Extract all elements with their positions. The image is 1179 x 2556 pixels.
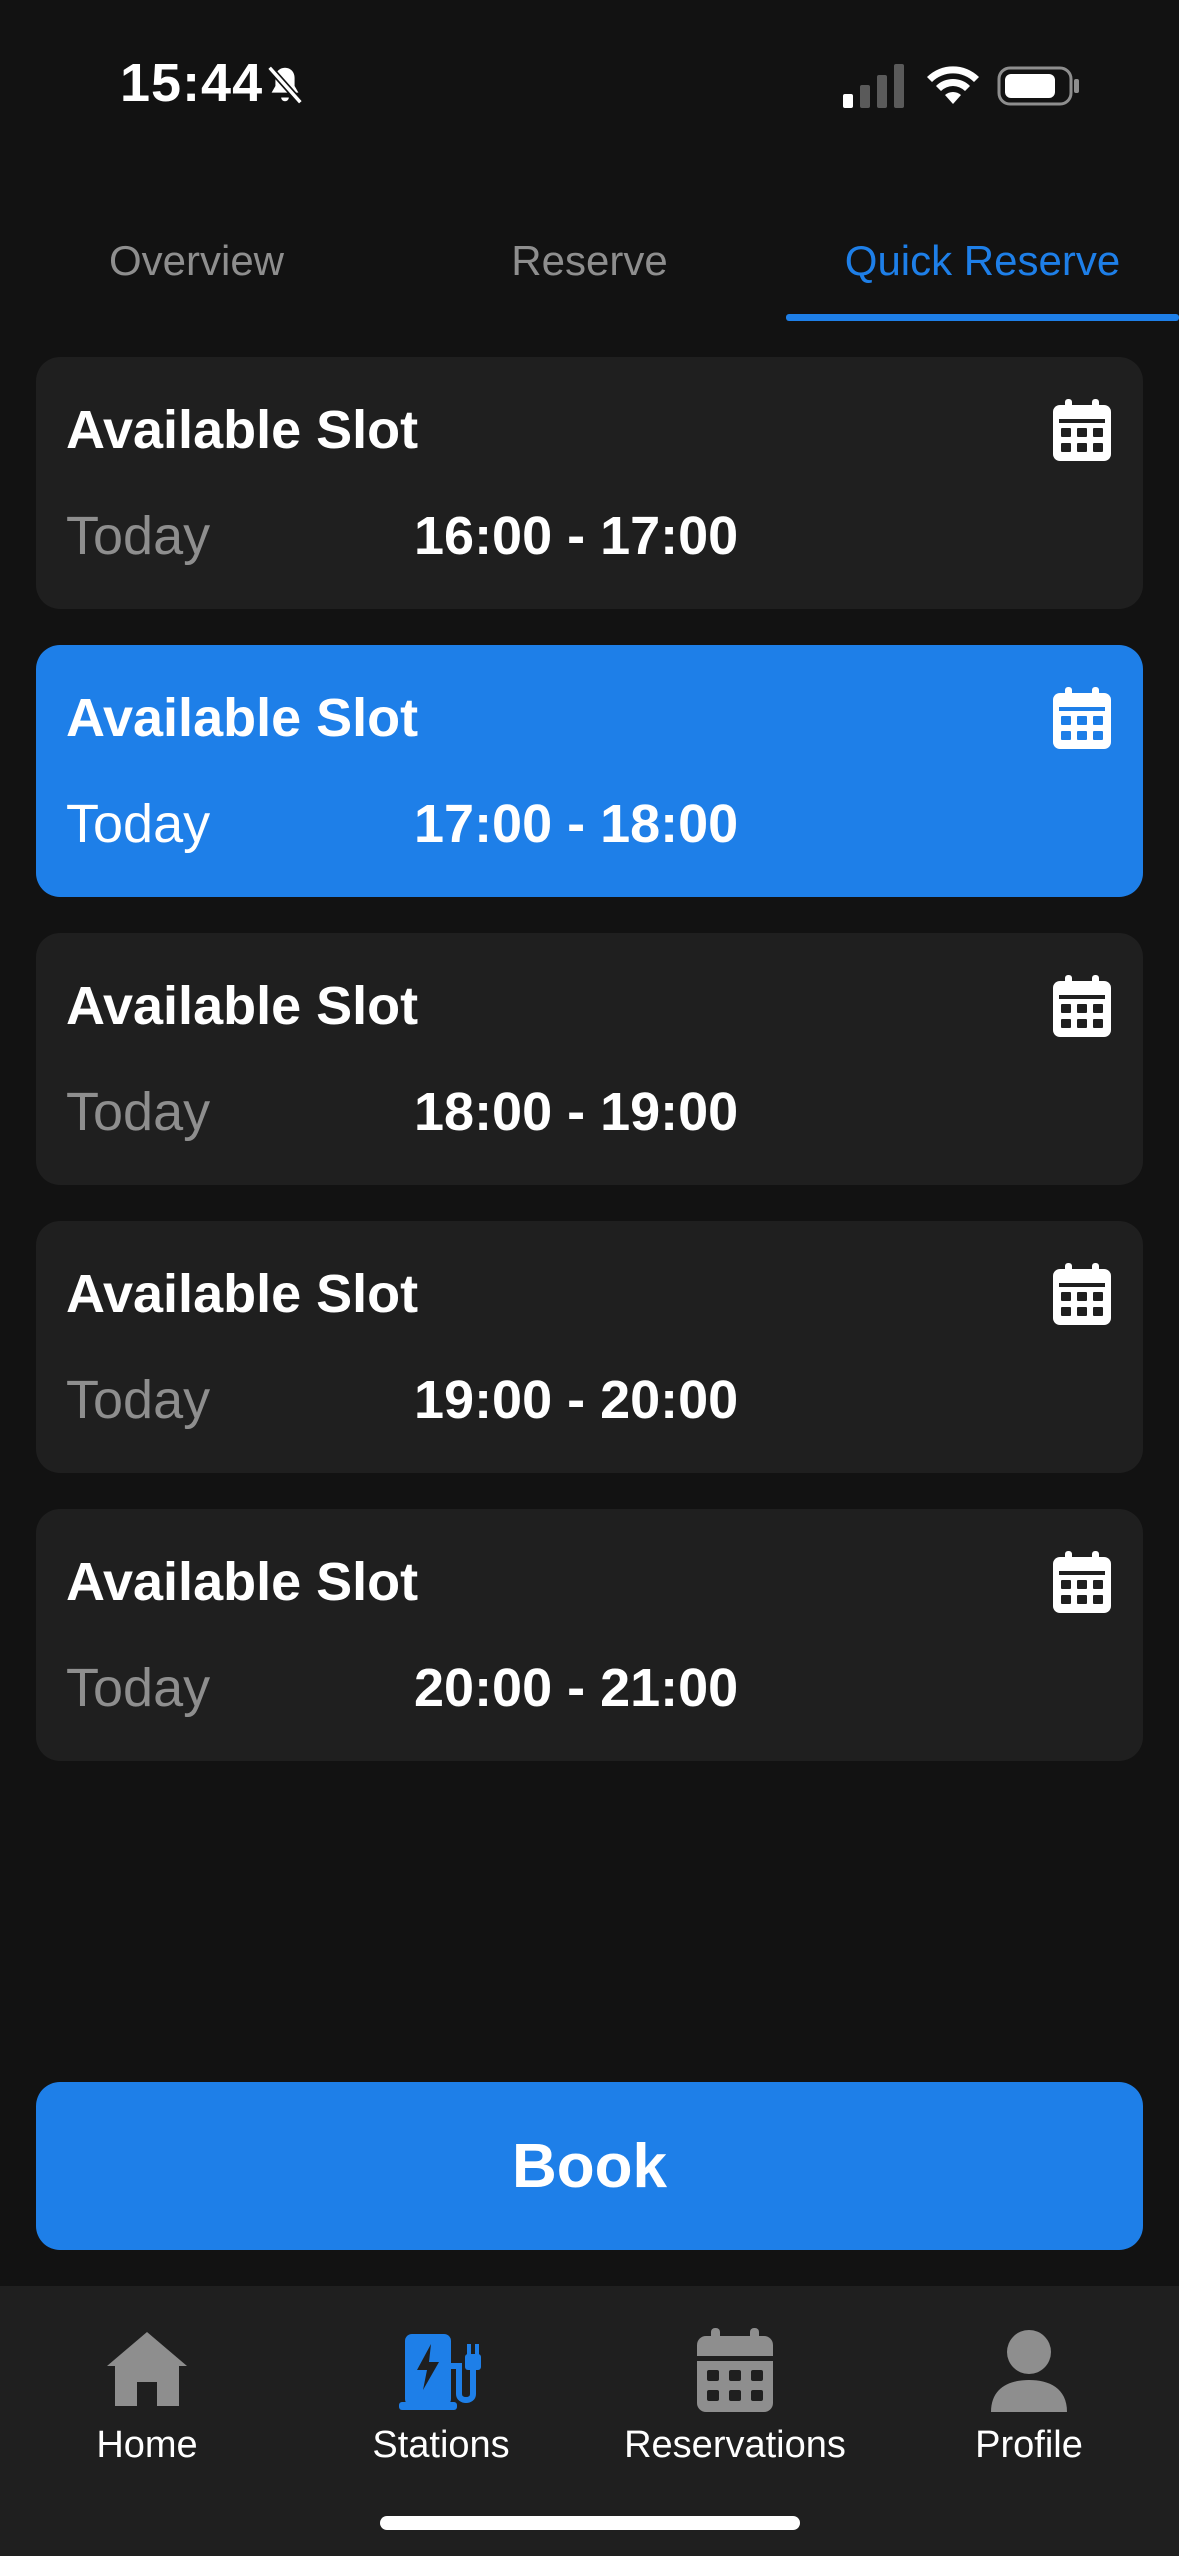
app-screen: 15:44 Overview Reserve Quick Reserve Ava… — [0, 0, 1179, 2556]
calendar-icon — [1053, 1263, 1111, 1325]
slot-card[interactable]: Available Slot Today 18:00 - 19:00 — [36, 933, 1143, 1185]
calendar-icon — [697, 2328, 773, 2412]
slot-title: Available Slot — [66, 400, 419, 460]
user-icon — [991, 2330, 1067, 2412]
ev-charger-icon — [399, 2334, 481, 2410]
calendar-icon — [1053, 399, 1111, 461]
nav-item-home[interactable]: Home — [0, 2326, 294, 2476]
slot-day: Today — [66, 1658, 211, 1718]
slot-title: Available Slot — [66, 1552, 419, 1612]
nav-label-reservations: Reservations — [624, 2424, 846, 2466]
nav-item-reservations[interactable]: Reservations — [588, 2326, 882, 2476]
bell-slash-icon — [267, 65, 303, 105]
slot-day: Today — [66, 1370, 211, 1430]
slot-time: 17:00 - 18:00 — [414, 794, 739, 854]
slot-title: Available Slot — [66, 1264, 419, 1324]
slot-title: Available Slot — [66, 976, 419, 1036]
nav-item-profile[interactable]: Profile — [882, 2326, 1176, 2476]
slot-card[interactable]: Available Slot Today 16:00 - 17:00 — [36, 357, 1143, 609]
nav-item-stations[interactable]: Stations — [294, 2326, 588, 2476]
home-icon — [107, 2332, 187, 2406]
cellular-signal-icon — [843, 64, 904, 108]
slot-day: Today — [66, 794, 211, 854]
nav-label-profile: Profile — [975, 2424, 1083, 2466]
book-button[interactable]: Book — [36, 2082, 1143, 2250]
slot-card[interactable]: Available Slot Today 19:00 - 20:00 — [36, 1221, 1143, 1473]
calendar-icon — [1053, 687, 1111, 749]
nav-label-home: Home — [96, 2424, 198, 2466]
slot-time: 16:00 - 17:00 — [414, 506, 739, 566]
battery-icon — [997, 66, 1079, 106]
slot-time: 18:00 - 19:00 — [414, 1082, 739, 1142]
nav-label-stations: Stations — [372, 2424, 510, 2466]
slot-title: Available Slot — [66, 688, 419, 748]
tab-bar: Overview Reserve Quick Reserve — [0, 200, 1179, 322]
calendar-icon — [1053, 975, 1111, 1037]
slot-list: Available Slot Today 16:00 - 17:00 Avail… — [36, 357, 1143, 1797]
slot-card[interactable]: Available Slot Today 20:00 - 21:00 — [36, 1509, 1143, 1761]
active-tab-indicator — [786, 314, 1179, 321]
slot-time: 20:00 - 21:00 — [414, 1658, 739, 1718]
slot-day: Today — [66, 1082, 211, 1142]
tab-quick-reserve[interactable]: Quick Reserve — [786, 200, 1179, 322]
status-bar: 15:44 — [0, 0, 1179, 150]
slot-day: Today — [66, 506, 211, 566]
slot-card[interactable]: Available Slot Today 17:00 - 18:00 — [36, 645, 1143, 897]
home-indicator — [380, 2516, 800, 2530]
calendar-icon — [1053, 1551, 1111, 1613]
status-time: 15:44 — [120, 53, 264, 113]
tab-reserve[interactable]: Reserve — [393, 200, 786, 322]
slot-time: 19:00 - 20:00 — [414, 1370, 739, 1430]
tab-overview[interactable]: Overview — [0, 200, 393, 322]
wifi-icon — [927, 66, 979, 104]
